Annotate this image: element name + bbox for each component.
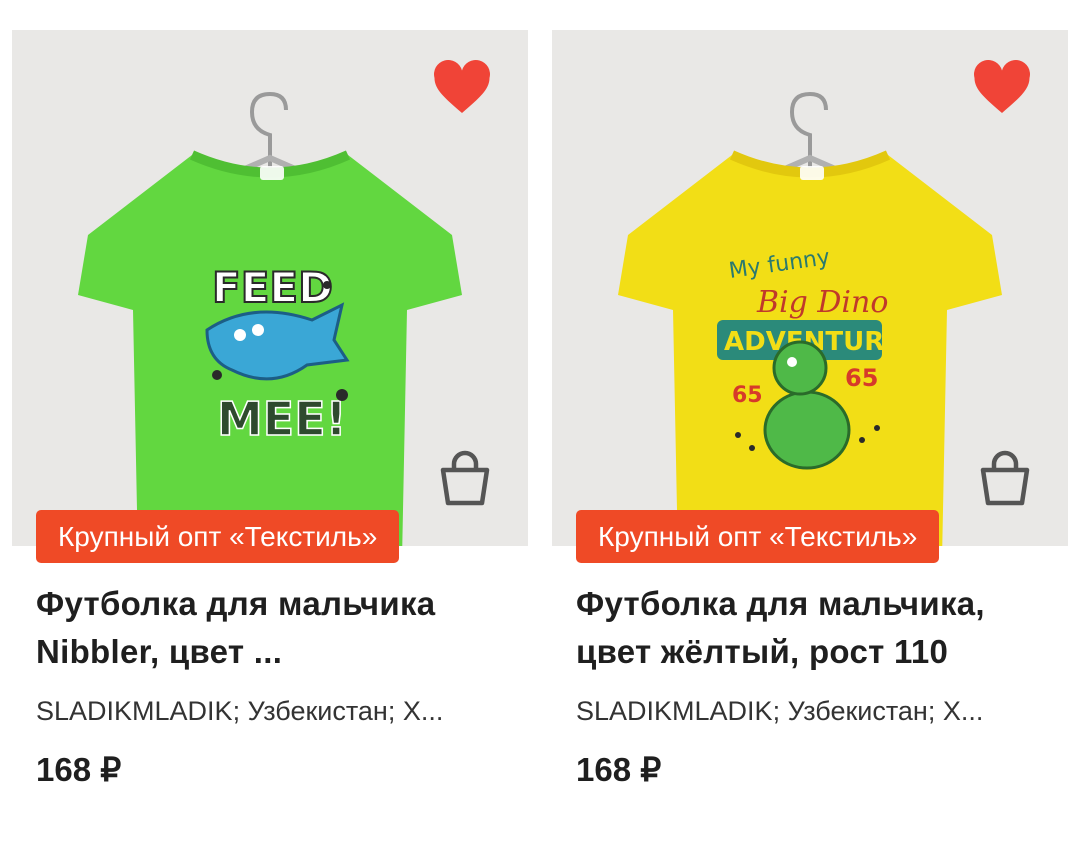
product-card[interactable]: My funny Big Dino ADVENTURE 65 65 Крупны…: [552, 30, 1068, 830]
svg-text:FEED: FEED: [212, 263, 333, 312]
svg-text:65: 65: [732, 383, 763, 408]
product-meta: SLADIKMLADIK; Узбекистан; Х...: [576, 696, 984, 726]
product-price: 168 ₽: [36, 751, 122, 788]
product-image[interactable]: FEED MEE!: [12, 30, 528, 546]
svg-text:65: 65: [845, 364, 878, 392]
product-title[interactable]: Футболка для мальчика Nibbler, цвет ...: [36, 580, 506, 676]
product-price: 168 ₽: [576, 751, 662, 788]
product-card[interactable]: FEED MEE! Крупный опт «Текстиль» Футболк…: [12, 30, 528, 830]
favorite-heart-icon[interactable]: [972, 59, 1032, 116]
product-title[interactable]: Футболка для мальчика, цвет жёлтый, рост…: [576, 580, 1046, 676]
add-to-cart-bag-icon[interactable]: [436, 448, 494, 508]
store-badge[interactable]: Крупный опт «Текстиль»: [576, 510, 940, 563]
svg-text:MEE!: MEE!: [217, 392, 347, 446]
add-to-cart-bag-icon[interactable]: [976, 448, 1034, 508]
product-image[interactable]: My funny Big Dino ADVENTURE 65 65: [552, 30, 1068, 546]
svg-text:Big Dino: Big Dino: [756, 285, 888, 320]
product-meta: SLADIKMLADIK; Узбекистан; Х...: [36, 696, 444, 726]
favorite-heart-icon[interactable]: [432, 59, 492, 116]
store-badge[interactable]: Крупный опт «Текстиль»: [36, 510, 400, 563]
